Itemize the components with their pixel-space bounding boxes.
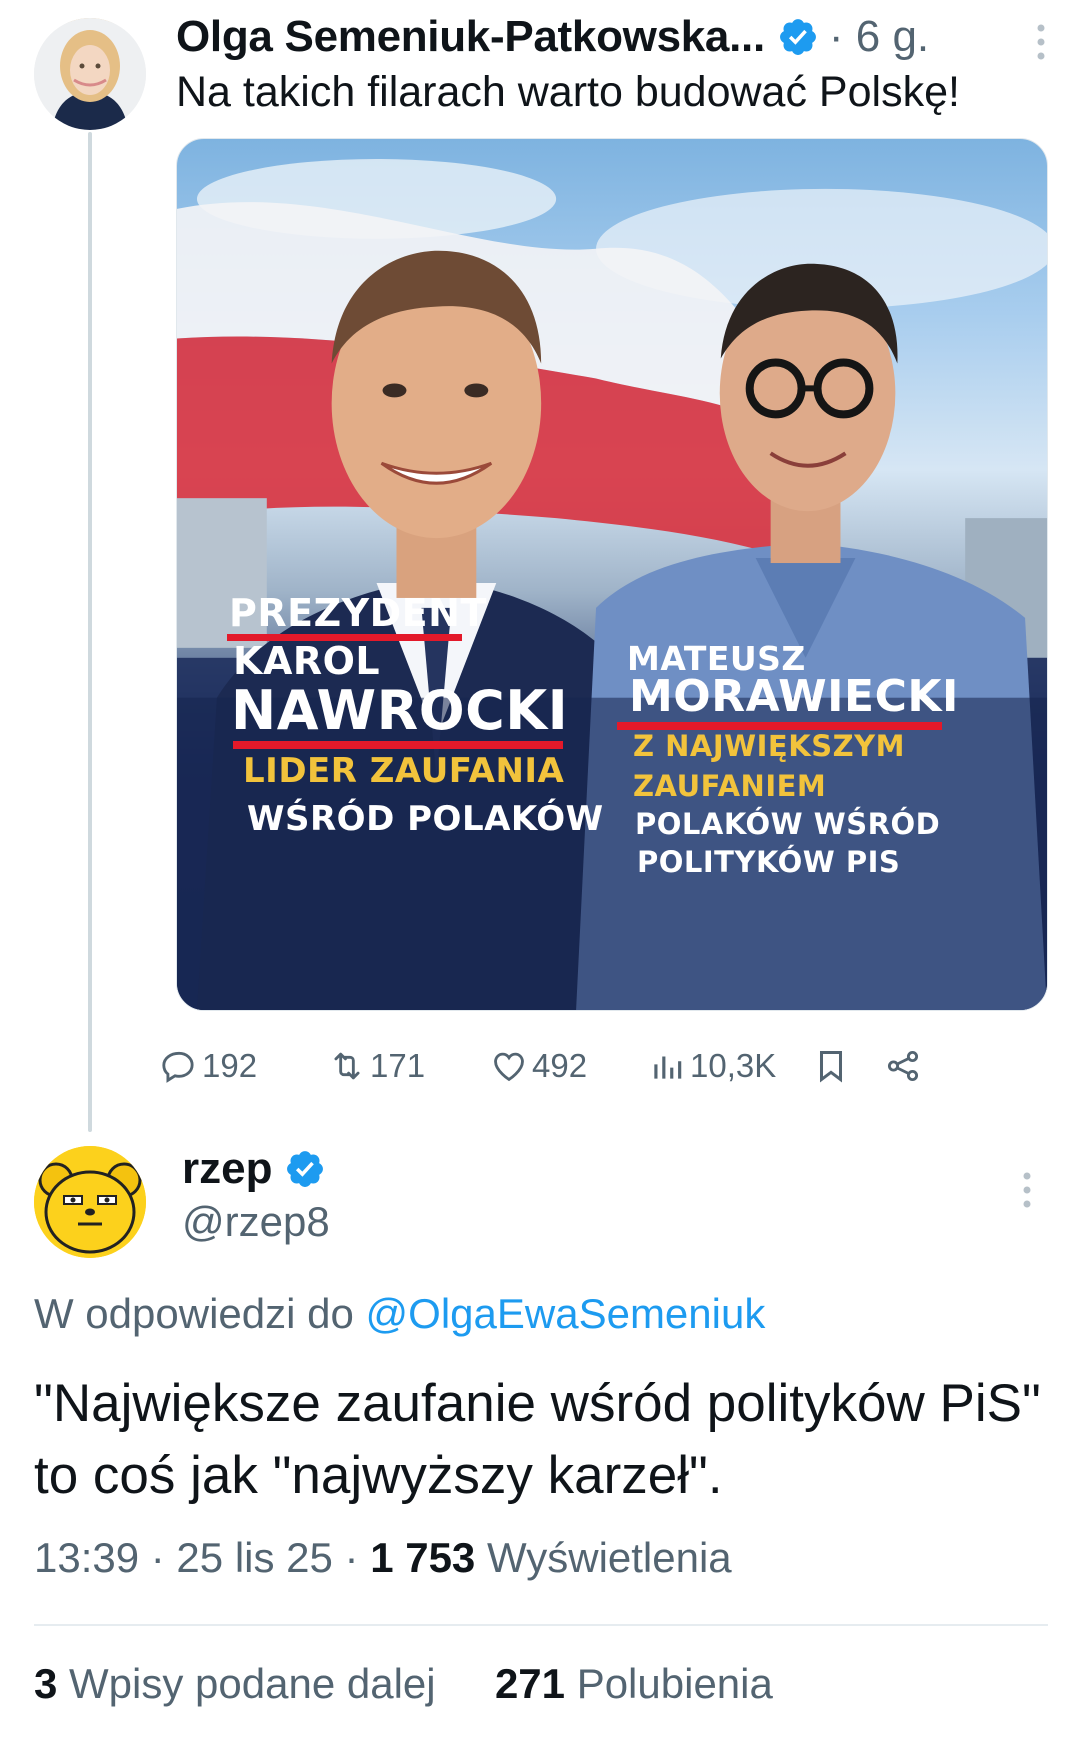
share-icon xyxy=(887,1050,919,1082)
poster-right-line-2: MORAWIECKI xyxy=(629,671,959,722)
tweet-media-image[interactable]: PREZYDENT KAROL NAWROCKI LIDER ZAUFANIA … xyxy=(176,138,1048,1011)
repost-count: 171 xyxy=(370,1047,426,1084)
reply-author-avatar[interactable] xyxy=(34,1146,146,1258)
reply-count: 192 xyxy=(202,1047,258,1084)
poster-left-line-1: PREZYDENT xyxy=(229,591,487,635)
reply-views-label: Wyświetlenia xyxy=(486,1534,732,1581)
verified-badge-icon[interactable] xyxy=(284,1148,326,1190)
author-name[interactable]: Olga Semeniuk-Patkowska... xyxy=(176,12,765,62)
likes-label: Polubienia xyxy=(576,1660,773,1707)
reply-context-mention-link[interactable]: @OlgaEwaSemeniuk xyxy=(366,1290,766,1337)
like-count: 492 xyxy=(532,1047,588,1084)
reply-icon xyxy=(162,1051,194,1083)
repost-icon xyxy=(334,1052,360,1080)
author-avatar[interactable] xyxy=(34,18,146,130)
bookmark-icon xyxy=(819,1051,843,1083)
more-options-icon[interactable] xyxy=(1012,1170,1042,1210)
share-button[interactable] xyxy=(884,1038,922,1094)
reply-author-name-row: rzep xyxy=(182,1140,326,1198)
poster-left-line-4: LIDER ZAUFANIA xyxy=(243,751,565,791)
views-count: 10,3K xyxy=(690,1047,777,1084)
divider xyxy=(34,1624,1048,1626)
reply-author-handle[interactable]: @rzep8 xyxy=(182,1198,330,1246)
views-button[interactable]: 10,3K xyxy=(648,1038,776,1094)
verified-badge-icon[interactable] xyxy=(777,16,819,58)
reposts-stat-link[interactable]: 3 Wpisy podane dalej xyxy=(34,1660,447,1707)
poster-right-line-5: POLAKÓW WŚRÓD xyxy=(635,807,941,841)
reposts-label: Wpisy podane dalej xyxy=(69,1660,436,1707)
tweet-timestamp[interactable]: · 6 g. xyxy=(829,12,929,62)
poster-left-line-2: KAROL xyxy=(233,639,381,683)
reply-author-name[interactable]: rzep xyxy=(182,1144,272,1194)
more-options-icon[interactable] xyxy=(1026,22,1056,62)
reply-text: "Największe zaufanie wśród polityków PiS… xyxy=(34,1374,1041,1505)
campaign-poster-illustration xyxy=(177,158,1047,1010)
tweet-header: Olga Semeniuk-Patkowska... · 6 g. xyxy=(176,8,1056,66)
tweet-text: Na takich filarach warto budować Polskę! xyxy=(176,68,960,116)
poster-left-line-5: WŚRÓD POLAKÓW xyxy=(247,799,604,839)
poster-left-line-3: NAWROCKI xyxy=(231,679,569,742)
bear-avatar-image xyxy=(34,1146,146,1258)
reply-engagement-stats: 3 Wpisy podane dalej 271 Polubienia xyxy=(34,1660,773,1708)
poster-right-line-4: ZAUFANIEM xyxy=(633,769,827,803)
poster-red-underline xyxy=(233,741,563,749)
bookmark-button[interactable] xyxy=(812,1038,850,1094)
reply-views-count: 1 753 xyxy=(370,1534,476,1581)
tweet-thread-page: Olga Semeniuk-Patkowska... · 6 g. Na tak… xyxy=(0,0,1080,1739)
reply-timestamp[interactable]: 13:39 · 25 lis 25 · xyxy=(34,1534,359,1581)
poster-right-line-6: POLITYKÓW PIS xyxy=(637,845,901,879)
poster-right-line-3: Z NAJWIĘKSZYM xyxy=(633,729,905,763)
thread-connector-line xyxy=(88,132,92,1132)
likes-stat-link[interactable]: 271 Polubienia xyxy=(495,1660,773,1707)
views-icon xyxy=(654,1056,682,1079)
reposts-count: 3 xyxy=(34,1660,58,1707)
like-icon xyxy=(494,1052,524,1082)
reply-button[interactable]: 192 xyxy=(160,1038,257,1094)
like-button[interactable]: 492 xyxy=(490,1038,587,1094)
reply-context: W odpowiedzi do @OlgaEwaSemeniuk xyxy=(34,1290,765,1338)
reply-context-label: W odpowiedzi do xyxy=(34,1290,354,1337)
likes-count: 271 xyxy=(494,1660,566,1707)
repost-button[interactable]: 171 xyxy=(328,1038,425,1094)
tweet-action-bar: 192 171 492 10,3K xyxy=(162,1038,1056,1094)
author-avatar-image xyxy=(34,18,146,130)
reply-meta: 13:39 · 25 lis 25 · 1 753 Wyświetlenia xyxy=(34,1534,732,1582)
